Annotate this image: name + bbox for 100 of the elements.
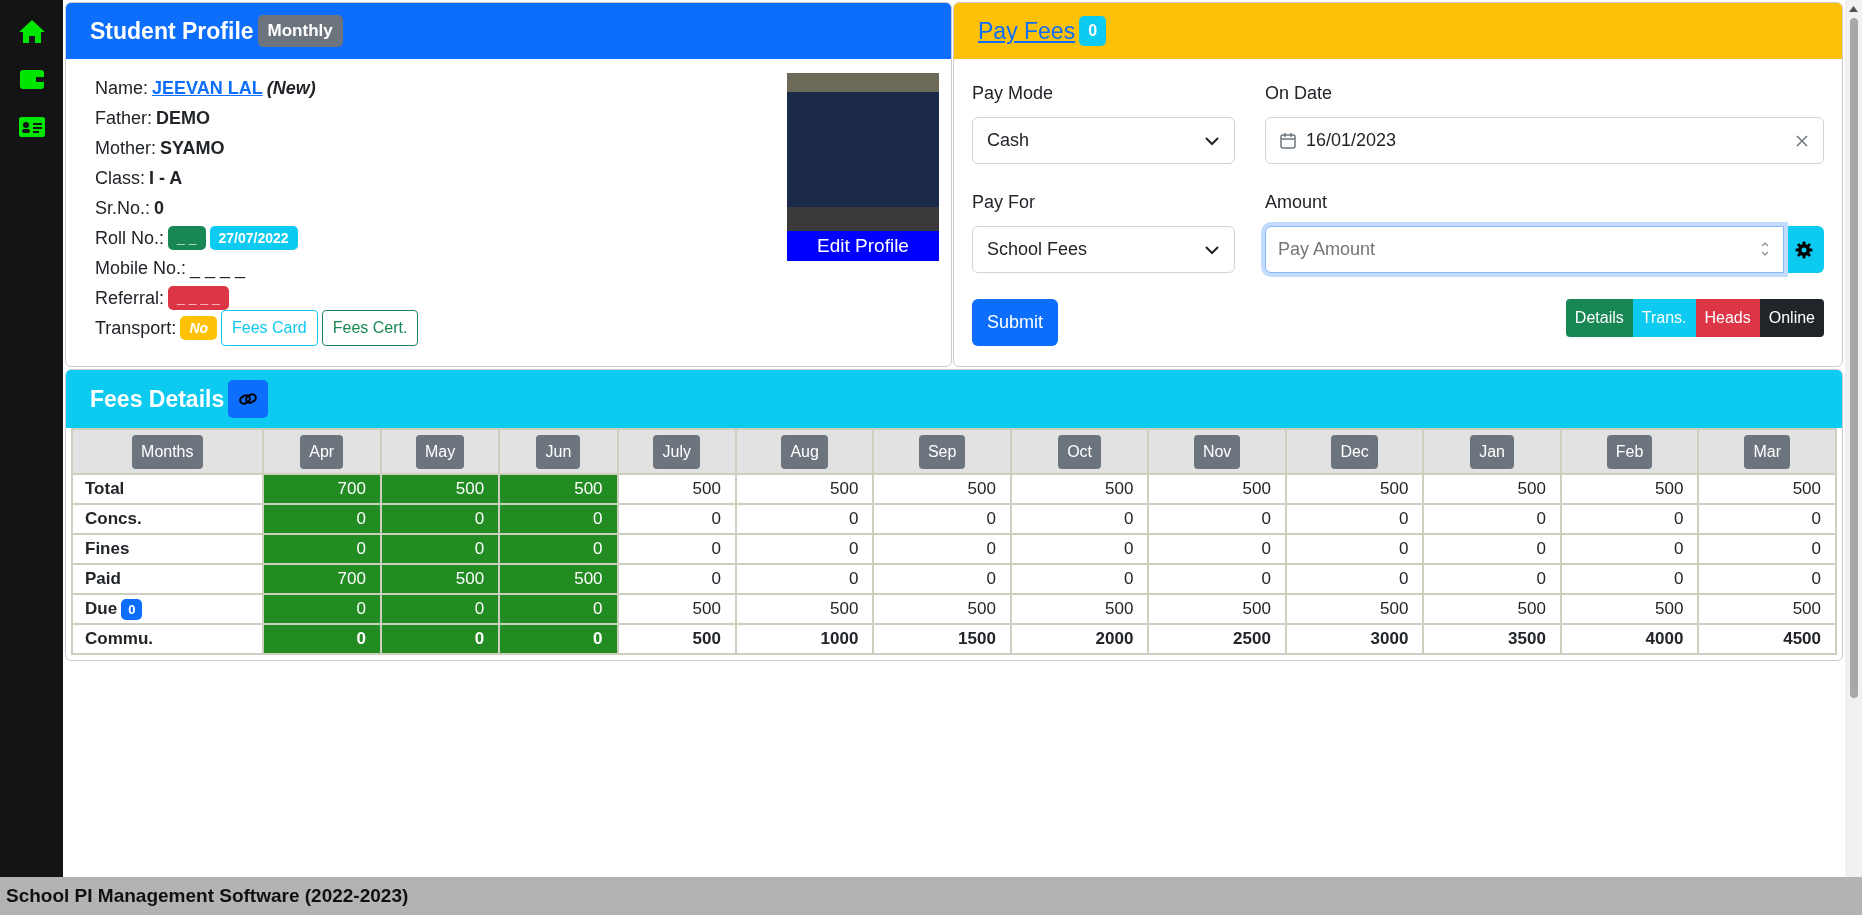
table-cell: 0 xyxy=(1148,534,1286,564)
month-button[interactable]: Sep xyxy=(918,434,966,469)
table-cell: 4000 xyxy=(1560,624,1699,654)
table-cell: 500 xyxy=(1423,474,1561,504)
table-cell: 0 xyxy=(873,564,1011,594)
pay-fees-link[interactable]: Pay Fees xyxy=(978,17,1076,45)
table-cell: 700 xyxy=(262,564,381,594)
scrollbar[interactable] xyxy=(1845,0,1862,877)
row-label: Due xyxy=(85,599,118,618)
field-label: Mobile No.: xyxy=(95,257,187,279)
table-cell: 0 xyxy=(262,504,381,534)
table-cell: 500 xyxy=(1698,474,1836,504)
table-cell: 3000 xyxy=(1285,624,1424,654)
badge: 27/07/2022 xyxy=(209,226,298,250)
table-cell: 0 xyxy=(1148,504,1286,534)
scroll-up-icon[interactable] xyxy=(1849,6,1858,12)
field-label: On Date xyxy=(1265,82,1334,105)
month-button[interactable]: Nov xyxy=(1193,434,1241,469)
table-cell: 0 xyxy=(1423,564,1561,594)
field-label: Pay For xyxy=(972,191,1037,214)
amount-field[interactable]: Pay Amount xyxy=(1265,226,1784,273)
table-cell: 0 xyxy=(873,534,1011,564)
table-cell: 0 xyxy=(380,534,500,564)
table-cell: 500 xyxy=(1285,594,1424,624)
month-button[interactable]: Jun xyxy=(536,434,581,469)
table-cell: 0 xyxy=(499,624,618,654)
table-cell: 0 xyxy=(499,504,618,534)
action-button[interactable]: Heads xyxy=(1695,299,1760,337)
month-button[interactable]: July xyxy=(653,434,700,469)
calendar-icon xyxy=(1280,132,1296,149)
field-label: Mother: xyxy=(95,137,157,159)
plan-badge: Monthly xyxy=(257,15,343,47)
table-cell: 500 xyxy=(1698,594,1836,624)
table-cell: 500 xyxy=(735,474,874,504)
table-cell: 0 xyxy=(617,564,736,594)
pay-mode-select[interactable]: Cash xyxy=(972,117,1235,164)
field-label: Roll No.: xyxy=(95,227,165,249)
field-label: Sr.No.: xyxy=(95,197,151,219)
table-cell: 500 xyxy=(617,474,736,504)
month-button[interactable]: Apr xyxy=(300,434,344,469)
card-title: Student Profile xyxy=(90,17,254,45)
action-button[interactable]: Online xyxy=(1759,299,1824,337)
table-cell: 500 xyxy=(873,594,1011,624)
table-cell: 0 xyxy=(735,504,874,534)
badge: _ _ xyxy=(168,226,206,250)
link-icon xyxy=(239,392,258,406)
table-cell: 700 xyxy=(262,474,381,504)
edit-profile-button[interactable]: Edit Profile xyxy=(787,231,939,261)
count-badge: 0 xyxy=(121,599,143,620)
table-cell: 500 xyxy=(1010,594,1149,624)
field-label: Amount xyxy=(1265,191,1329,214)
month-button[interactable]: Jan xyxy=(1470,434,1514,469)
table-cell: 500 xyxy=(617,594,736,624)
submit-button[interactable]: Submit xyxy=(972,299,1059,346)
table-cell: 500 xyxy=(380,564,500,594)
table-cell: 1500 xyxy=(873,624,1011,654)
table-cell: 0 xyxy=(1285,504,1424,534)
table-cell: 0 xyxy=(1560,564,1699,594)
month-button[interactable]: Dec xyxy=(1331,434,1378,469)
month-button[interactable]: Mar xyxy=(1744,434,1790,469)
table-cell: 0 xyxy=(1698,534,1836,564)
sidebar-item[interactable] xyxy=(17,18,46,44)
clear-icon[interactable] xyxy=(1795,133,1809,148)
table-cell: 0 xyxy=(1423,534,1561,564)
field-label: Father: xyxy=(95,107,153,129)
action-button[interactable]: Details xyxy=(1565,299,1633,337)
table-cell: 1000 xyxy=(735,624,874,654)
date-field[interactable]: 16/01/2023 xyxy=(1265,117,1824,164)
table-cell: 500 xyxy=(735,594,874,624)
sidebar-item[interactable] xyxy=(17,114,46,140)
table-cell: 0 xyxy=(262,534,381,564)
field-value: _ _ _ _ xyxy=(190,257,246,279)
table-cell: 500 xyxy=(1148,594,1286,624)
row-label: Fines xyxy=(72,534,263,564)
field-value: DEMO xyxy=(156,107,211,129)
table-cell: 0 xyxy=(1285,534,1424,564)
status-note: (New) xyxy=(266,77,316,99)
month-button[interactable]: Oct xyxy=(1058,434,1102,469)
outline-button[interactable]: Fees Cert. xyxy=(321,310,419,346)
table-cell: 0 xyxy=(262,594,381,624)
table-cell: 500 xyxy=(380,474,500,504)
table-cell: 3500 xyxy=(1423,624,1561,654)
scroll-thumb[interactable] xyxy=(1849,18,1858,698)
table-cell: 0 xyxy=(1698,564,1836,594)
table-cell: 0 xyxy=(499,594,618,624)
month-button[interactable]: Months xyxy=(132,434,203,469)
month-button[interactable]: Aug xyxy=(781,434,828,469)
field-label: Name: xyxy=(95,77,148,99)
row-label: Total xyxy=(72,474,263,504)
field-label: Transport: xyxy=(95,317,177,339)
field-value: 0 xyxy=(154,197,165,219)
table-cell: 0 xyxy=(1010,564,1149,594)
month-button[interactable]: May xyxy=(415,434,465,469)
table-cell: 0 xyxy=(617,534,736,564)
name-link[interactable]: JEEVAN LAL xyxy=(152,77,263,99)
link-button[interactable] xyxy=(228,380,269,418)
month-button[interactable]: Feb xyxy=(1606,434,1653,469)
table-cell: 0 xyxy=(1010,534,1149,564)
table-cell: 2000 xyxy=(1010,624,1149,654)
pay-for-select[interactable]: School Fees xyxy=(972,226,1235,273)
